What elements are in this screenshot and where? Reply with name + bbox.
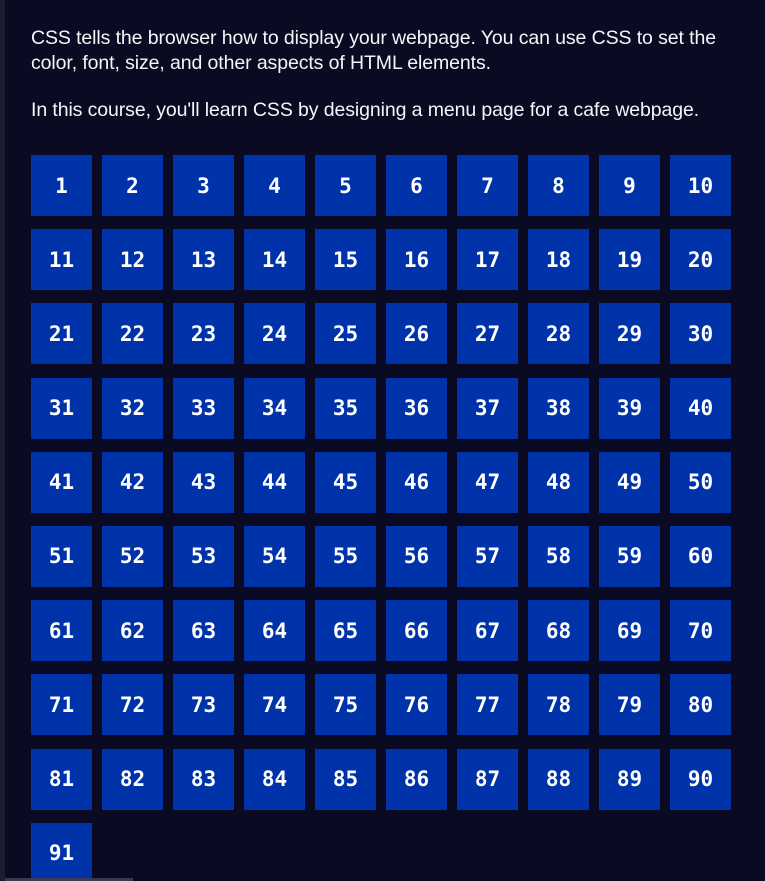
grid-cell: 11 xyxy=(31,229,92,291)
grid-cell: 84 xyxy=(244,748,305,810)
grid-cell: 38 xyxy=(528,377,589,439)
grid-cell: 40 xyxy=(670,377,731,439)
grid-cell: 58 xyxy=(528,525,589,587)
grid-cell: 36 xyxy=(386,377,447,439)
grid-cell: 82 xyxy=(102,748,163,810)
grid-cell: 66 xyxy=(386,600,447,662)
grid-cell: 86 xyxy=(386,748,447,810)
grid-cell: 64 xyxy=(244,600,305,662)
grid-cell: 15 xyxy=(315,229,376,291)
number-grid: 1 2 3 4 5 6 7 8 9 10 11 12 13 14 15 16 17 18 19 20 21 22 23 24 2… xyxy=(31,155,731,881)
grid-cell: 9 xyxy=(599,155,660,216)
grid-cell: 85 xyxy=(315,748,376,810)
grid-cell: 28 xyxy=(528,303,589,365)
grid-cell: 5 xyxy=(315,155,376,216)
grid-cell: 50 xyxy=(670,451,731,513)
grid-cell: 78 xyxy=(528,674,589,736)
grid-cell: 44 xyxy=(244,451,305,513)
grid-cell: 52 xyxy=(102,525,163,587)
grid-cell: 35 xyxy=(315,377,376,439)
grid-cell: 39 xyxy=(599,377,660,439)
grid-cell: 88 xyxy=(528,748,589,810)
description-paragraph-2: In this course, you'll learn CSS by desi… xyxy=(31,99,700,121)
grid-cell: 42 xyxy=(102,451,163,513)
grid-cell: 2 xyxy=(102,155,163,216)
grid-cell: 33 xyxy=(173,377,234,439)
grid-cell: 4 xyxy=(244,155,305,216)
grid-cell: 67 xyxy=(457,600,518,662)
grid-cell: 22 xyxy=(102,303,163,365)
grid-cell: 71 xyxy=(31,674,92,736)
grid-cell: 45 xyxy=(315,451,376,513)
grid-cell: 32 xyxy=(102,377,163,439)
grid-cell: 26 xyxy=(386,303,447,365)
grid-cell: 81 xyxy=(31,748,92,810)
grid-cell: 14 xyxy=(244,229,305,291)
grid-cell: 90 xyxy=(670,748,731,810)
grid-cell: 6 xyxy=(386,155,447,216)
grid-cell: 29 xyxy=(599,303,660,365)
grid-cell: 59 xyxy=(599,525,660,587)
grid-cell: 89 xyxy=(599,748,660,810)
grid-cell: 7 xyxy=(457,155,518,216)
grid-cell: 60 xyxy=(670,525,731,587)
grid-cell: 23 xyxy=(173,303,234,365)
grid-cell: 17 xyxy=(457,229,518,291)
grid-cell: 62 xyxy=(102,600,163,662)
grid-cell: 1 xyxy=(31,155,92,216)
grid-cell: 83 xyxy=(173,748,234,810)
grid-cell: 41 xyxy=(31,451,92,513)
description-paragraph-1: CSS tells the browser how to display you… xyxy=(31,27,716,74)
grid-cell: 56 xyxy=(386,525,447,587)
grid-cell: 54 xyxy=(244,525,305,587)
grid-cell: 18 xyxy=(528,229,589,291)
grid-cell: 47 xyxy=(457,451,518,513)
grid-cell: 74 xyxy=(244,674,305,736)
grid-cell: 21 xyxy=(31,303,92,365)
grid-cell: 76 xyxy=(386,674,447,736)
grid-cell: 27 xyxy=(457,303,518,365)
grid-cell: 63 xyxy=(173,600,234,662)
grid-cell: 43 xyxy=(173,451,234,513)
grid-cell: 73 xyxy=(173,674,234,736)
grid-cell: 75 xyxy=(315,674,376,736)
grid-cell: 12 xyxy=(102,229,163,291)
grid-cell: 10 xyxy=(670,155,731,216)
grid-cell: 77 xyxy=(457,674,518,736)
left-panel-edge xyxy=(0,0,5,881)
grid-cell: 69 xyxy=(599,600,660,662)
grid-cell: 24 xyxy=(244,303,305,365)
grid-cell: 8 xyxy=(528,155,589,216)
grid-cell: 68 xyxy=(528,600,589,662)
grid-cell: 72 xyxy=(102,674,163,736)
grid-cell: 91 xyxy=(31,822,92,881)
grid-cell: 70 xyxy=(670,600,731,662)
grid-cell: 55 xyxy=(315,525,376,587)
grid-cell: 46 xyxy=(386,451,447,513)
grid-cell: 61 xyxy=(31,600,92,662)
grid-cell: 20 xyxy=(670,229,731,291)
grid-cell: 53 xyxy=(173,525,234,587)
grid-cell: 30 xyxy=(670,303,731,365)
grid-cell: 31 xyxy=(31,377,92,439)
grid-cell: 65 xyxy=(315,600,376,662)
grid-cell: 87 xyxy=(457,748,518,810)
grid-cell: 79 xyxy=(599,674,660,736)
grid-cell: 49 xyxy=(599,451,660,513)
grid-cell: 19 xyxy=(599,229,660,291)
right-scroll-gutter xyxy=(757,0,765,881)
grid-cell: 80 xyxy=(670,674,731,736)
grid-cell: 37 xyxy=(457,377,518,439)
grid-cell: 51 xyxy=(31,525,92,587)
grid-cell: 57 xyxy=(457,525,518,587)
grid-cell: 34 xyxy=(244,377,305,439)
grid-cell: 48 xyxy=(528,451,589,513)
grid-cell: 16 xyxy=(386,229,447,291)
grid-cell: 3 xyxy=(173,155,234,216)
grid-cell: 13 xyxy=(173,229,234,291)
grid-cell: 25 xyxy=(315,303,376,365)
lesson-description: CSS tells the browser how to display you… xyxy=(31,0,736,123)
